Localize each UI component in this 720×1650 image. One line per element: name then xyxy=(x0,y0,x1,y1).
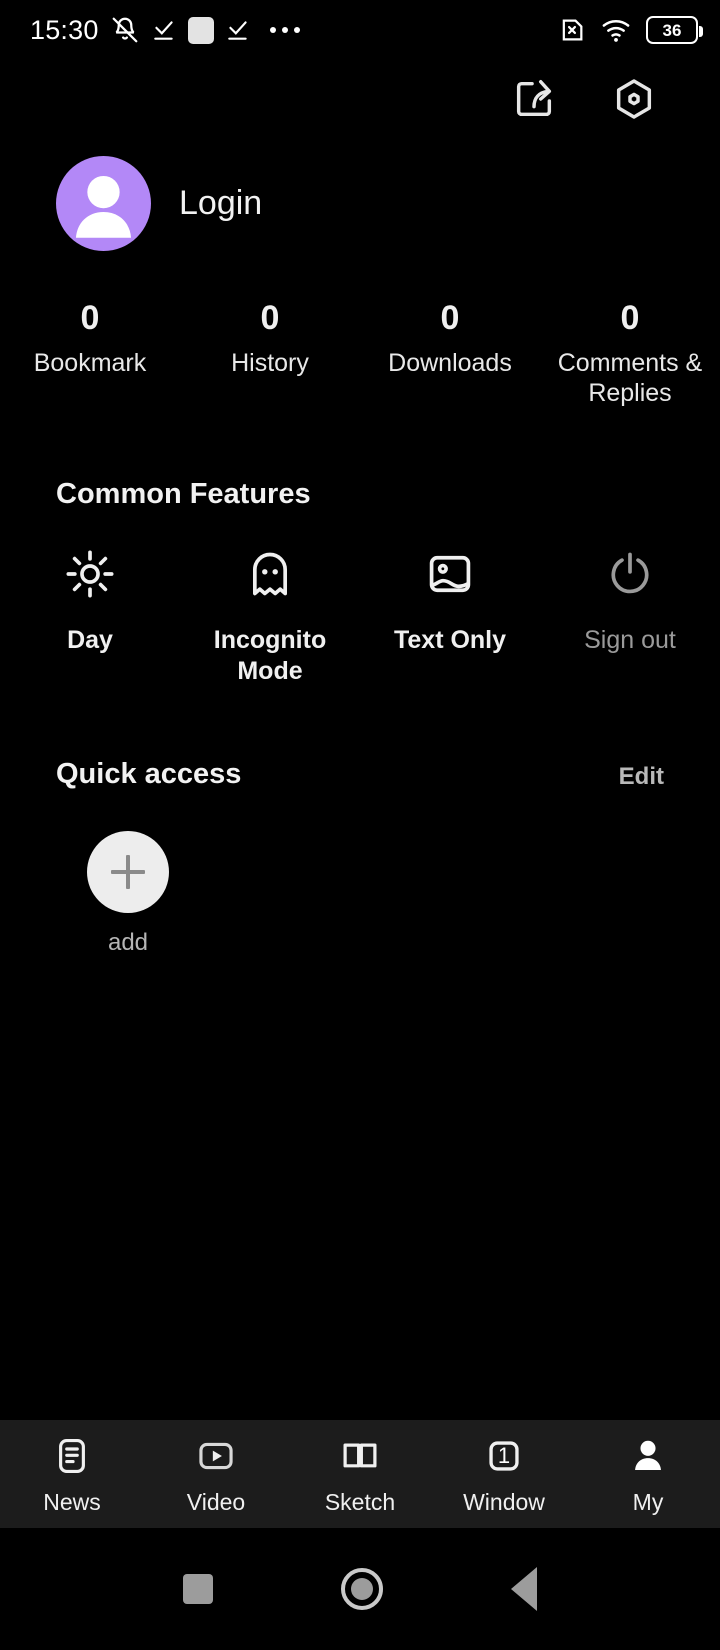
quick-access-add-label: add xyxy=(107,929,149,957)
settings-hexagon-icon[interactable] xyxy=(608,73,660,125)
window-count-label: 1 xyxy=(497,1442,511,1468)
quick-access-grid: add xyxy=(0,791,720,957)
wifi-icon xyxy=(600,16,632,44)
plus-icon[interactable] xyxy=(87,831,169,914)
image-icon xyxy=(424,545,476,603)
stat-item-bookmark[interactable]: 0 Bookmark xyxy=(0,299,180,408)
home-circle-button[interactable] xyxy=(341,1568,383,1610)
feature-label: Day xyxy=(67,626,113,655)
stat-label: Downloads xyxy=(388,349,512,378)
open-book-icon xyxy=(338,1433,382,1479)
stat-label: Comments & Replies xyxy=(557,349,703,408)
tab-window[interactable]: 1 Window xyxy=(432,1433,576,1516)
feature-item-text-only[interactable]: Text Only xyxy=(360,545,540,686)
status-bar-clock: 15:30 xyxy=(30,14,99,45)
person-filled-icon xyxy=(627,1433,669,1479)
quick-access-add-item[interactable]: add xyxy=(56,831,200,957)
ghost-icon xyxy=(244,545,296,603)
common-features-row: Day Incognito Mode Text Only Sign out xyxy=(0,511,720,686)
feature-item-incognito-mode[interactable]: Incognito Mode xyxy=(180,545,360,686)
stat-value: 0 xyxy=(260,299,280,337)
quick-access-header: Quick access Edit xyxy=(0,758,720,791)
feature-label: Text Only xyxy=(393,626,507,655)
stat-value: 0 xyxy=(80,299,100,337)
bell-muted-icon xyxy=(110,15,140,45)
status-bar-left: 15:30 xyxy=(30,15,300,46)
top-action-bar xyxy=(0,60,720,138)
feature-item-day[interactable]: Day xyxy=(0,545,180,686)
battery-level-text: 36 xyxy=(662,20,682,40)
tab-label: Window xyxy=(463,1488,545,1515)
tab-label: Sketch xyxy=(324,1488,396,1515)
quick-access-title: Quick access xyxy=(56,758,242,791)
news-document-icon xyxy=(51,1433,93,1479)
stat-value: 0 xyxy=(620,299,640,337)
share-icon[interactable] xyxy=(508,73,560,125)
check-underline-icon xyxy=(151,17,177,43)
battery-indicator: 36 xyxy=(646,16,703,44)
common-features-header: Common Features xyxy=(0,478,720,511)
stat-item-history[interactable]: 0 History xyxy=(180,299,360,408)
quick-access-edit-button[interactable]: Edit xyxy=(619,763,664,791)
tab-label: News xyxy=(43,1488,101,1515)
status-bar: 15:30 36 xyxy=(0,0,720,60)
stat-item-downloads[interactable]: 0 Downloads xyxy=(360,299,540,408)
login-label[interactable]: Login xyxy=(179,184,262,223)
stats-row: 0 Bookmark 0 History 0 Downloads 0 Comme… xyxy=(0,251,720,408)
feature-item-sign-out[interactable]: Sign out xyxy=(540,545,720,686)
bottom-tab-bar: News Video Sketch 1 Window My xyxy=(0,1420,720,1528)
video-play-icon xyxy=(195,1433,237,1479)
system-navigation-bar xyxy=(0,1528,720,1650)
tab-video[interactable]: Video xyxy=(144,1433,288,1516)
check-underline-icon xyxy=(225,17,251,43)
stat-value: 0 xyxy=(440,299,460,337)
tab-sketch[interactable]: Sketch xyxy=(288,1433,432,1516)
back-triangle-button[interactable] xyxy=(511,1567,537,1611)
stat-label: History xyxy=(231,349,309,378)
person-avatar-icon[interactable] xyxy=(56,156,151,251)
tab-my[interactable]: My xyxy=(576,1433,720,1516)
tab-news[interactable]: News xyxy=(0,1433,144,1516)
white-square-icon xyxy=(187,16,214,44)
sim-error-icon xyxy=(558,16,586,44)
profile-row[interactable]: Login xyxy=(0,138,720,251)
status-bar-right: 36 xyxy=(558,16,703,44)
stat-item-comments-replies[interactable]: 0 Comments & Replies xyxy=(540,299,720,408)
tab-label: My xyxy=(632,1488,664,1515)
common-features-title: Common Features xyxy=(56,478,311,511)
phone-screen: 15:30 36 Login 0 Bookmark 0 History 0 Do… xyxy=(0,0,720,1650)
power-icon xyxy=(604,545,656,603)
stat-label: Bookmark xyxy=(33,349,147,378)
recents-square-button[interactable] xyxy=(183,1574,213,1604)
window-count-icon: 1 xyxy=(483,1433,525,1479)
tab-label: Video xyxy=(186,1488,246,1515)
sun-icon xyxy=(64,545,116,603)
feature-label: Incognito Mode xyxy=(213,626,327,685)
feature-label: Sign out xyxy=(584,626,676,655)
more-dots-icon xyxy=(269,27,300,33)
